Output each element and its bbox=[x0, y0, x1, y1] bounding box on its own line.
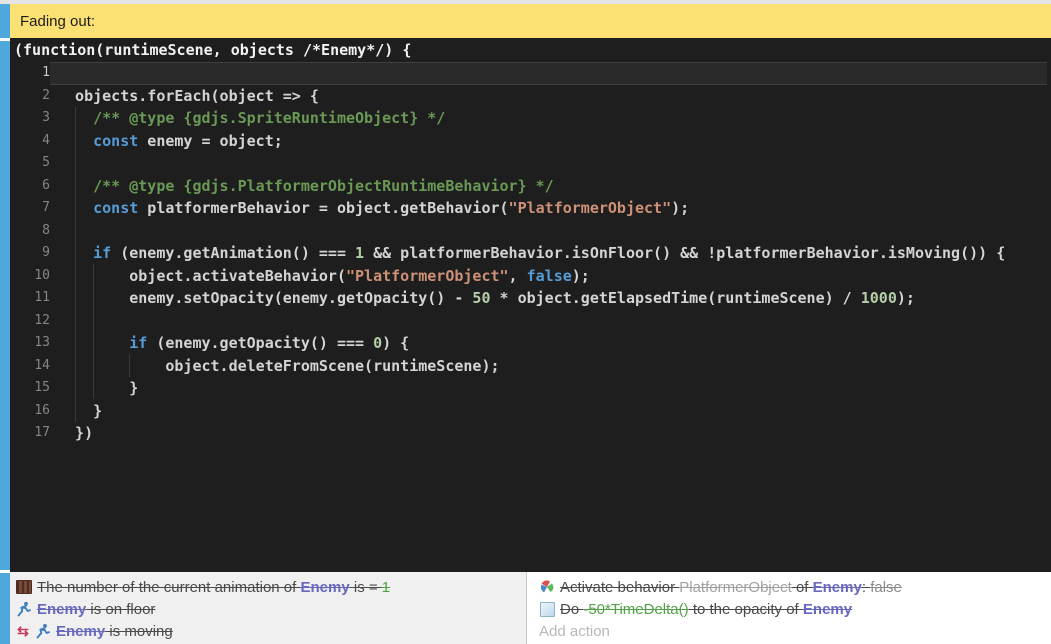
condition-row[interactable]: ⇆ Enemy is moving bbox=[10, 620, 526, 642]
code-line-text bbox=[50, 62, 1047, 85]
action-text: Do -50*TimeDelta() to the opacity of Ene… bbox=[560, 601, 852, 618]
code-line: 4 const enemy = object; bbox=[10, 130, 1051, 153]
code-line-text: /** @type {gdjs.PlatformerObjectRuntimeB… bbox=[50, 175, 1047, 198]
code-line: 1 bbox=[10, 62, 1051, 85]
code-line-text bbox=[50, 152, 1047, 175]
code-line-text: enemy.setOpacity(enemy.getOpacity() - 50… bbox=[50, 287, 1047, 310]
code-line: 7 const platformerBehavior = object.getB… bbox=[10, 197, 1051, 220]
indent-guide bbox=[93, 264, 94, 399]
event-comment-label: Fading out: bbox=[20, 13, 95, 30]
code-line: 16 } bbox=[10, 400, 1051, 423]
code-line-text: } bbox=[50, 377, 1047, 400]
condition-row[interactable]: The number of the current animation of E… bbox=[10, 576, 526, 598]
line-number: 10 bbox=[10, 265, 50, 288]
code-line-text: const platformerBehavior = object.getBeh… bbox=[50, 197, 1047, 220]
conditions-panel: The number of the current animation of E… bbox=[10, 572, 526, 644]
platformer-icon bbox=[35, 623, 51, 639]
line-number: 7 bbox=[10, 197, 50, 220]
condition-text: Enemy is on floor bbox=[37, 601, 155, 618]
code-line-text: if (enemy.getAnimation() === 1 && platfo… bbox=[50, 242, 1047, 265]
actions-panel: Activate behavior PlatformerObject of En… bbox=[527, 572, 1051, 644]
code-line-text: }) bbox=[50, 422, 1047, 445]
code-line: 12 bbox=[10, 310, 1051, 333]
code-line: 2 objects.forEach(object => { bbox=[10, 85, 1051, 108]
line-number: 13 bbox=[10, 332, 50, 355]
code-line: 14 object.deleteFromScene(runtimeScene); bbox=[10, 355, 1051, 378]
code-line: 8 bbox=[10, 220, 1051, 243]
line-number: 17 bbox=[10, 422, 50, 445]
invert-icon: ⇆ bbox=[16, 623, 30, 639]
event-selection-bar bbox=[0, 4, 10, 38]
gdevelop-event-sheet: Fading out: (function(runtimeScene, obje… bbox=[0, 0, 1051, 644]
line-number: 15 bbox=[10, 377, 50, 400]
platformer-icon bbox=[16, 601, 32, 617]
line-number: 16 bbox=[10, 400, 50, 423]
js-code-editor[interactable]: (function(runtimeScene, objects /*Enemy*… bbox=[10, 38, 1051, 572]
code-line-text: if (enemy.getOpacity() === 0) { bbox=[50, 332, 1047, 355]
code-line: 6 /** @type {gdjs.PlatformerObjectRuntim… bbox=[10, 175, 1051, 198]
event-selection-bar bbox=[0, 41, 10, 570]
line-number: 11 bbox=[10, 287, 50, 310]
code-line-text: object.deleteFromScene(runtimeScene); bbox=[50, 355, 1047, 378]
code-line: 9 if (enemy.getAnimation() === 1 && plat… bbox=[10, 242, 1051, 265]
event-comment-header[interactable]: Fading out: bbox=[10, 4, 1051, 38]
line-number: 2 bbox=[10, 85, 50, 108]
line-number: 14 bbox=[10, 355, 50, 378]
line-number: 1 bbox=[10, 62, 50, 85]
code-line: 13 if (enemy.getOpacity() === 0) { bbox=[10, 332, 1051, 355]
action-row[interactable]: Activate behavior PlatformerObject of En… bbox=[527, 576, 1051, 598]
add-action-button[interactable]: Add action bbox=[527, 620, 1051, 642]
code-line-text: /** @type {gdjs.SpriteRuntimeObject} */ bbox=[50, 107, 1047, 130]
code-line: 5 bbox=[10, 152, 1051, 175]
code-line-text bbox=[50, 220, 1047, 243]
condition-text: Enemy is moving bbox=[56, 623, 173, 640]
code-lines: 12 objects.forEach(object => {3 /** @typ… bbox=[10, 62, 1051, 445]
condition-row[interactable]: Enemy is on floor bbox=[10, 598, 526, 620]
code-line-text: object.activateBehavior("PlatformerObjec… bbox=[50, 265, 1047, 288]
code-line: 11 enemy.setOpacity(enemy.getOpacity() -… bbox=[10, 287, 1051, 310]
js-code-prologue: (function(runtimeScene, objects /*Enemy*… bbox=[10, 38, 1051, 62]
line-number: 9 bbox=[10, 242, 50, 265]
line-number: 3 bbox=[10, 107, 50, 130]
animation-icon bbox=[16, 579, 32, 595]
line-number: 4 bbox=[10, 130, 50, 153]
code-line: 10 object.activateBehavior("PlatformerOb… bbox=[10, 265, 1051, 288]
code-line-text: const enemy = object; bbox=[50, 130, 1047, 153]
behavior-icon bbox=[539, 579, 555, 595]
code-line-text: } bbox=[50, 400, 1047, 423]
line-number: 12 bbox=[10, 310, 50, 333]
action-text: Activate behavior PlatformerObject of En… bbox=[560, 579, 902, 596]
code-line: 17 }) bbox=[10, 422, 1051, 445]
action-row[interactable]: Do -50*TimeDelta() to the opacity of Ene… bbox=[527, 598, 1051, 620]
line-number: 8 bbox=[10, 220, 50, 243]
code-line-text: objects.forEach(object => { bbox=[50, 85, 1047, 108]
js-code-epilogue-row: })(runtimeScene, objects /*Enemy*/); // … bbox=[10, 542, 1051, 572]
code-line: 3 /** @type {gdjs.SpriteRuntimeObject} *… bbox=[10, 107, 1051, 130]
event-selection-bar bbox=[0, 573, 10, 644]
opacity-icon bbox=[539, 601, 555, 617]
line-number: 6 bbox=[10, 175, 50, 198]
indent-guide bbox=[75, 107, 76, 422]
code-line-text bbox=[50, 310, 1047, 333]
line-number: 5 bbox=[10, 152, 50, 175]
code-line: 15 } bbox=[10, 377, 1051, 400]
indent-guide bbox=[129, 354, 130, 377]
events-section: The number of the current animation of E… bbox=[10, 572, 1051, 644]
condition-text: The number of the current animation of E… bbox=[37, 579, 390, 596]
